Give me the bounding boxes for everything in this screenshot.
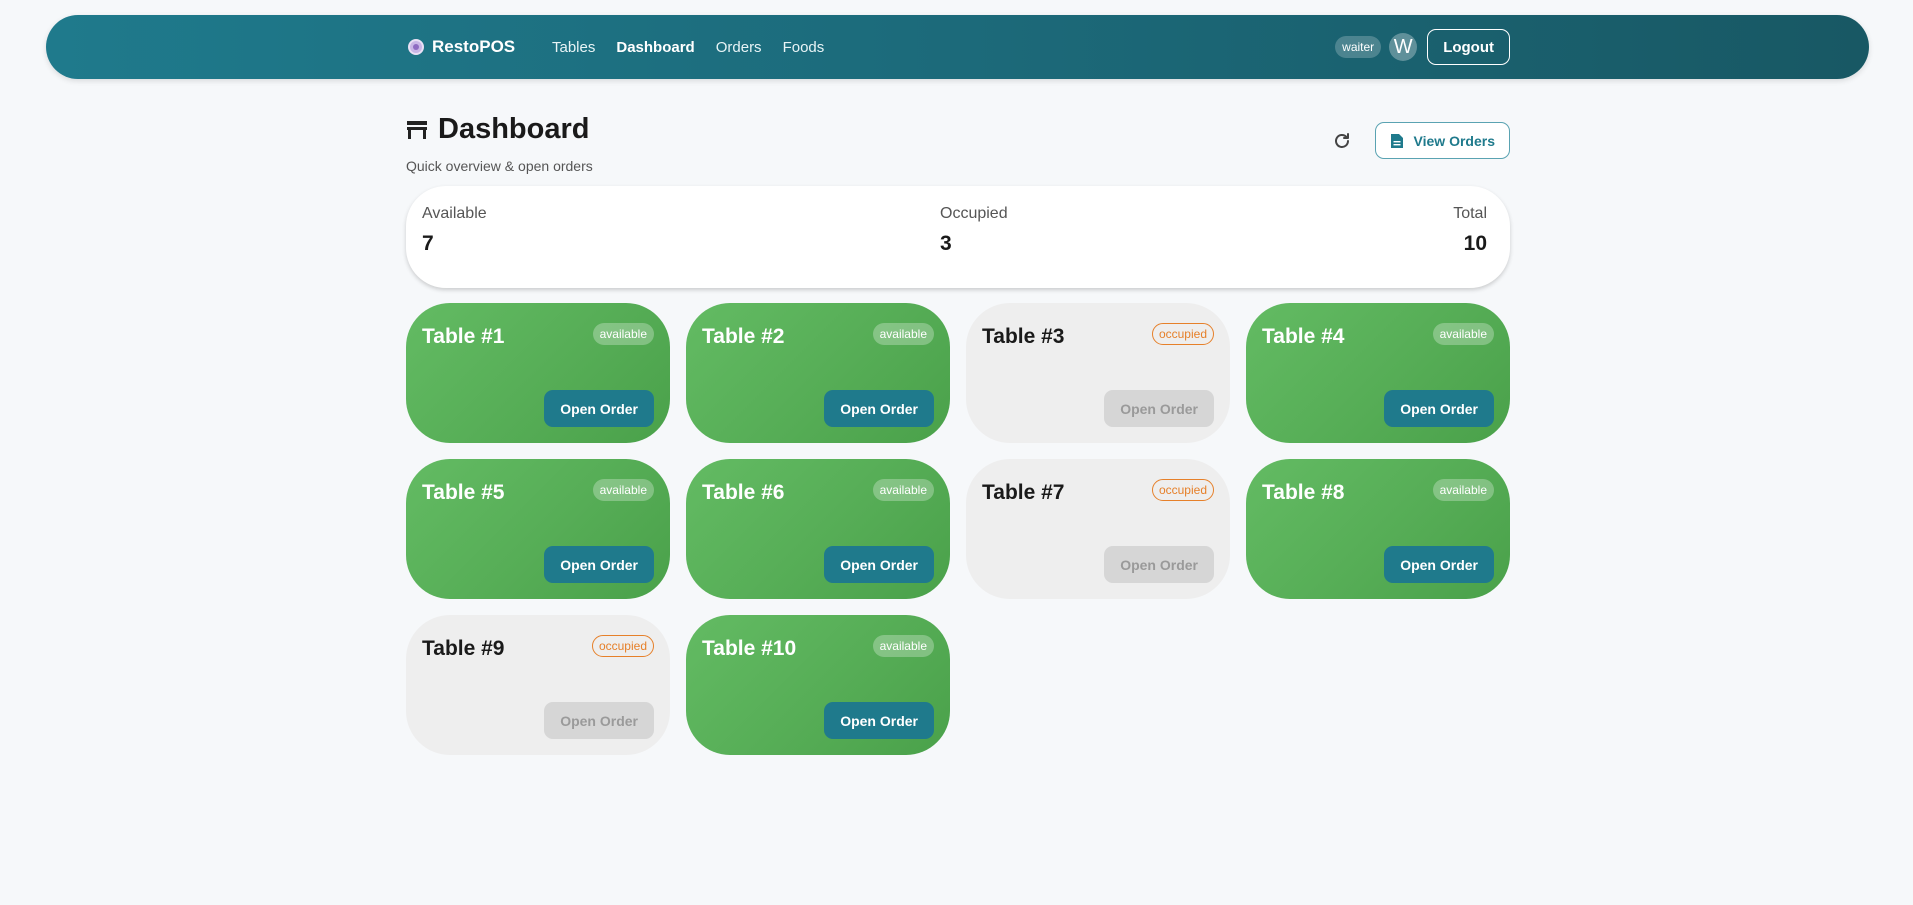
nav-link-dashboard[interactable]: Dashboard xyxy=(616,39,694,56)
user-area: waiter W Logout xyxy=(1335,29,1510,65)
nav-link-orders[interactable]: Orders xyxy=(716,39,762,56)
stats-card: Available 7 Occupied 3 Total 10 xyxy=(406,186,1510,288)
brand[interactable]: RestoPOS xyxy=(408,37,515,57)
table-name: Table #4 xyxy=(1262,325,1345,348)
stat-occupied-label: Occupied xyxy=(940,205,1008,222)
stat-total-label: Total xyxy=(1453,205,1487,222)
status-badge: occupied xyxy=(1151,323,1214,345)
status-badge: available xyxy=(872,479,934,501)
refresh-button[interactable] xyxy=(1325,124,1359,158)
open-order-button: Open Order xyxy=(544,702,654,739)
status-badge: occupied xyxy=(591,635,654,657)
table-name: Table #3 xyxy=(982,325,1065,348)
table-card: Table #10 available Open Order xyxy=(686,615,950,755)
table-name: Table #10 xyxy=(702,637,797,660)
status-badge: available xyxy=(872,323,934,345)
stat-total: Total 10 xyxy=(1453,205,1487,256)
table-card: Table #1 available Open Order xyxy=(406,303,670,443)
open-order-button[interactable]: Open Order xyxy=(544,546,654,583)
table-card: Table #8 available Open Order xyxy=(1246,459,1510,599)
table-card: Table #4 available Open Order xyxy=(1246,303,1510,443)
view-orders-label: View Orders xyxy=(1413,132,1495,149)
plate-icon xyxy=(408,39,424,55)
open-order-button[interactable]: Open Order xyxy=(544,390,654,427)
stat-available-value: 7 xyxy=(422,232,434,255)
stat-available-label: Available xyxy=(422,205,487,222)
table-name: Table #6 xyxy=(702,481,785,504)
document-icon xyxy=(1390,133,1403,148)
refresh-icon xyxy=(1334,132,1349,148)
open-order-button: Open Order xyxy=(1104,390,1214,427)
table-card: Table #9 occupied Open Order xyxy=(406,615,670,755)
header-actions: View Orders xyxy=(1325,122,1510,159)
open-order-button[interactable]: Open Order xyxy=(824,546,934,583)
table-card: Table #2 available Open Order xyxy=(686,303,950,443)
table-name: Table #5 xyxy=(422,481,505,504)
open-order-button[interactable]: Open Order xyxy=(824,702,934,739)
table-name: Table #9 xyxy=(422,637,505,660)
page-subtitle: Quick overview & open orders xyxy=(406,158,593,174)
stat-available: Available 7 xyxy=(422,205,487,256)
stat-occupied-value: 3 xyxy=(940,232,952,255)
logout-button[interactable]: Logout xyxy=(1427,29,1510,65)
stat-occupied: Occupied 3 xyxy=(940,205,1008,256)
open-order-button[interactable]: Open Order xyxy=(1384,390,1494,427)
table-card: Table #6 available Open Order xyxy=(686,459,950,599)
table-name: Table #8 xyxy=(1262,481,1345,504)
table-name: Table #7 xyxy=(982,481,1065,504)
nav-links: Tables Dashboard Orders Foods xyxy=(552,39,824,56)
status-badge: available xyxy=(1432,323,1494,345)
nav-link-foods[interactable]: Foods xyxy=(783,39,825,56)
brand-name: RestoPOS xyxy=(432,37,516,56)
open-order-button[interactable]: Open Order xyxy=(824,390,934,427)
stat-total-value: 10 xyxy=(1463,232,1487,255)
nav-link-tables[interactable]: Tables xyxy=(552,39,595,56)
page-header: Dashboard Quick overview & open orders V… xyxy=(406,113,1510,174)
navbar: RestoPOS Tables Dashboard Orders Foods w… xyxy=(46,15,1869,79)
status-badge: available xyxy=(1432,479,1494,501)
status-badge: available xyxy=(872,635,934,657)
role-badge: waiter xyxy=(1335,36,1382,58)
status-badge: occupied xyxy=(1151,479,1214,501)
tables-grid: Table #1 available Open Order Table #2 avail… xyxy=(406,303,1510,755)
table-card: Table #3 occupied Open Order xyxy=(966,303,1230,443)
table-name: Table #2 xyxy=(702,325,785,348)
table-icon xyxy=(407,120,427,139)
table-card: Table #7 occupied Open Order xyxy=(966,459,1230,599)
table-card: Table #5 available Open Order xyxy=(406,459,670,599)
open-order-button: Open Order xyxy=(1104,546,1214,583)
status-badge: available xyxy=(592,323,654,345)
page-title-text: Dashboard xyxy=(438,113,590,145)
avatar[interactable]: W xyxy=(1389,33,1418,61)
view-orders-button[interactable]: View Orders xyxy=(1374,122,1510,159)
table-name: Table #1 xyxy=(422,325,505,348)
status-badge: available xyxy=(592,479,654,501)
open-order-button[interactable]: Open Order xyxy=(1384,546,1494,583)
